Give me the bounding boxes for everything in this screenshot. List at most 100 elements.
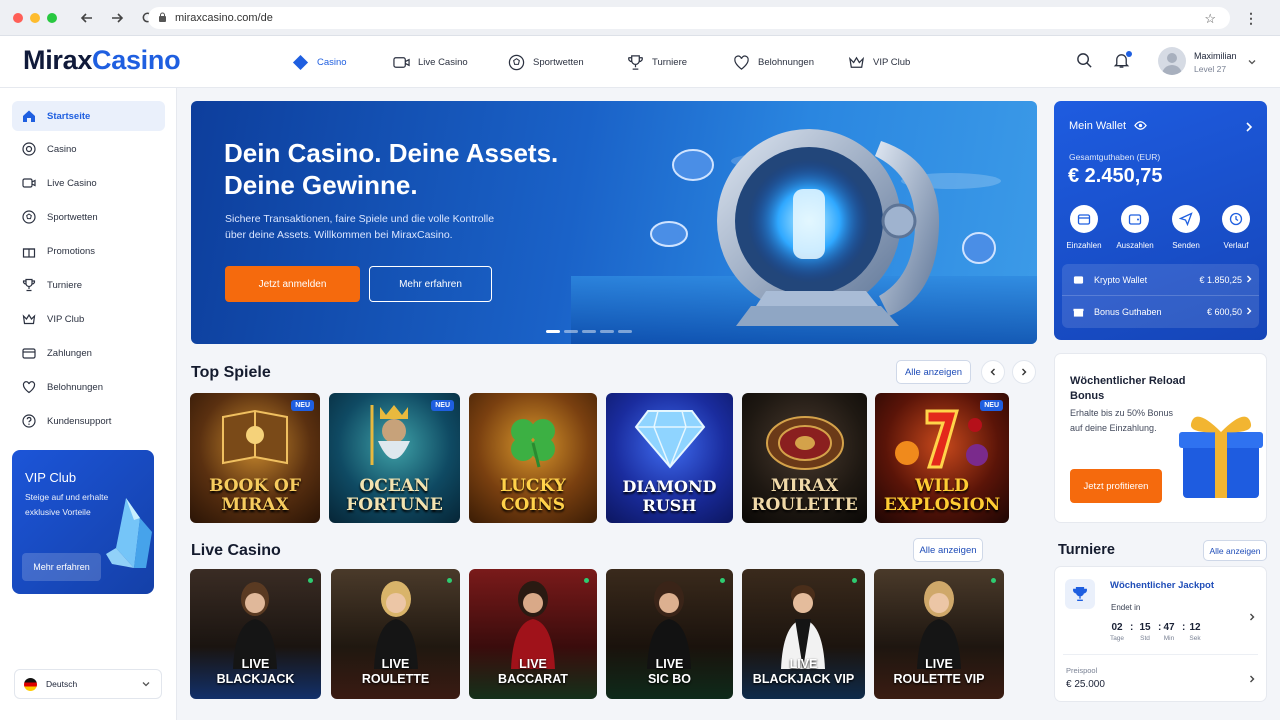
sidebar-item-kundensupport[interactable]: Kundensupport (12, 406, 165, 436)
brand-logo[interactable]: MiraxCasino (23, 45, 181, 76)
book-icon (222, 409, 288, 465)
game-tile-lucky-coins[interactable]: LUCKY COINS (469, 393, 597, 523)
chevron-down-icon[interactable] (1247, 57, 1257, 69)
tournaments-all-button[interactable]: Alle anzeigen (1203, 540, 1267, 561)
crypto-wallet-row[interactable]: Krypto Wallet € 1.850,25 (1062, 264, 1259, 296)
top-games-all-button[interactable]: Alle anzeigen (896, 360, 971, 384)
balance-label: Gesamtguthaben (EUR) (1069, 152, 1161, 162)
bell-icon[interactable] (1113, 51, 1132, 70)
vip-club-card: VIP Club Steige auf und erhalte exklusiv… (12, 450, 154, 594)
game-tile-mirax-roulette[interactable]: MIRAX ROULETTE (742, 393, 867, 523)
game-tile-book-of-mirax[interactable]: NEU BOOK OF MIRAX (190, 393, 320, 523)
back-icon[interactable] (79, 10, 95, 26)
trophy-icon (628, 55, 643, 70)
sidebar-item-startseite[interactable]: Startseite (12, 101, 165, 131)
search-icon[interactable] (1076, 52, 1094, 70)
dealer-figure (917, 581, 961, 669)
promo-button[interactable]: Jetzt profitieren (1070, 469, 1162, 503)
chevron-right-icon[interactable] (1248, 609, 1256, 627)
countdown-hours: 15 Std (1139, 622, 1151, 642)
live-table-blackjack[interactable]: LIVE BLACKJACK (190, 569, 321, 699)
carousel-dot[interactable] (564, 330, 578, 333)
nav-belohnungen[interactable]: Belohnungen (733, 54, 814, 71)
nav-vip-club[interactable]: VIP Club (848, 54, 910, 71)
live-table-roulette-vip[interactable]: LIVE ROULETTE VIP (874, 569, 1004, 699)
carousel-dot[interactable] (546, 330, 560, 333)
withdraw-button[interactable]: Auszahlen (1115, 205, 1155, 250)
tournament-name[interactable]: Wöchentlicher Jackpot (1110, 580, 1214, 591)
carousel-dot[interactable] (582, 330, 596, 333)
sidebar-item-sportwetten[interactable]: Sportwetten (12, 202, 165, 232)
game-tile-diamond-rush[interactable]: DIAMOND RUSH (606, 393, 733, 523)
nav-casino[interactable]: Casino (292, 54, 347, 71)
user-name[interactable]: Maximilian (1194, 51, 1237, 61)
sidebar-item-belohnungen[interactable]: Belohnungen (12, 372, 165, 402)
history-button[interactable]: Verlauf (1216, 205, 1256, 250)
live-table-blackjack-vip[interactable]: LIVE BLACKJACK VIP (742, 569, 865, 699)
vip-more-button[interactable]: Mehr erfahren (22, 553, 101, 581)
new-badge: NEU (291, 400, 314, 411)
carousel-dot[interactable] (618, 330, 632, 333)
live-icon (22, 178, 36, 188)
chevron-right-icon[interactable] (1012, 360, 1036, 384)
live-casino-all-button[interactable]: Alle anzeigen (913, 538, 983, 562)
new-badge: NEU (431, 400, 454, 411)
nav-live-casino[interactable]: Live Casino (393, 54, 468, 71)
hero-text: Sichere Transaktionen, faire Spiele und … (225, 213, 495, 241)
avatar[interactable] (1158, 47, 1186, 75)
deposit-button[interactable]: Einzahlen (1064, 205, 1104, 250)
chevron-left-icon[interactable] (981, 360, 1005, 384)
dealer-figure (647, 581, 691, 669)
forward-icon[interactable] (109, 10, 125, 26)
gift-icon (22, 248, 36, 258)
browser-chrome: miraxcasino.com/de ☆ ⋮ (0, 0, 1280, 36)
language-selector[interactable]: Deutsch (14, 669, 162, 699)
register-button[interactable]: Jetzt anmelden (225, 266, 360, 302)
nav-sportwetten[interactable]: Sportwetten (508, 54, 584, 71)
ball-icon (22, 210, 36, 224)
address-bar[interactable]: miraxcasino.com/de ☆ ⋮ (148, 7, 1258, 29)
language-label: Deutsch (46, 679, 78, 689)
top-navigation: MiraxCasino Casino Live Casino Sportwett… (0, 36, 1280, 88)
sidebar-item-zahlungen[interactable]: Zahlungen (12, 338, 165, 368)
bonus-balance-row[interactable]: Bonus Guthaben € 600,50 (1062, 296, 1259, 328)
live-casino-title: Live Casino (191, 542, 281, 559)
chevron-right-icon[interactable] (1248, 671, 1256, 689)
live-table-sic-bo[interactable]: LIVE SIC BO (606, 569, 733, 699)
sidebar-item-vip-club[interactable]: VIP Club (12, 304, 165, 334)
clock-icon (1222, 205, 1250, 233)
send-button[interactable]: Senden (1166, 205, 1206, 250)
live-table-baccarat[interactable]: LIVE BACCARAT (469, 569, 597, 699)
countdown-days: 02 Tage (1109, 622, 1125, 642)
nav-turniere[interactable]: Turniere (627, 54, 687, 71)
bookmark-star-icon[interactable]: ☆ (1204, 11, 1216, 27)
balance-value: € 2.450,75 (1068, 165, 1163, 187)
sidebar-item-promotions[interactable]: Promotions (12, 236, 165, 266)
diamond-icon (634, 410, 706, 469)
game-tile-wild-explosion[interactable]: NEU WILD EXPLOSION (875, 393, 1009, 523)
sidebar-item-live-casino[interactable]: Live Casino (12, 168, 165, 198)
chevron-right-icon[interactable] (1244, 120, 1254, 138)
live-status-dot (720, 578, 725, 583)
maximize-window-button[interactable] (47, 12, 57, 23)
hero-banner: Dein Casino. Deine Assets. Deine Gewinne… (191, 101, 1037, 344)
wallet-icon (1121, 205, 1149, 233)
card-icon (22, 348, 36, 359)
sidebar-item-turniere[interactable]: Turniere (12, 270, 165, 300)
eye-icon[interactable] (1134, 120, 1147, 131)
live-table-roulette[interactable]: LIVE ROULETTE (331, 569, 460, 699)
live-icon (393, 57, 410, 68)
carousel-dot[interactable] (600, 330, 614, 333)
tournament-card[interactable]: Wöchentlicher Jackpot Endet in 02 Tage : … (1054, 566, 1267, 702)
learn-more-button[interactable]: Mehr erfahren (369, 266, 492, 302)
crown-icon (22, 313, 36, 325)
wallet-title[interactable]: Mein Wallet (1069, 120, 1147, 132)
game-tile-ocean-fortune[interactable]: NEU OCEAN FORTUNE (329, 393, 460, 523)
sidebar-item-casino[interactable]: Casino (12, 134, 165, 164)
wallet-icon (1073, 275, 1084, 284)
gift-box-icon (1179, 416, 1263, 498)
minimize-window-button[interactable] (30, 12, 40, 23)
divider (1063, 654, 1258, 655)
close-window-button[interactable] (13, 12, 23, 23)
browser-menu-icon[interactable]: ⋮ (1244, 10, 1258, 27)
